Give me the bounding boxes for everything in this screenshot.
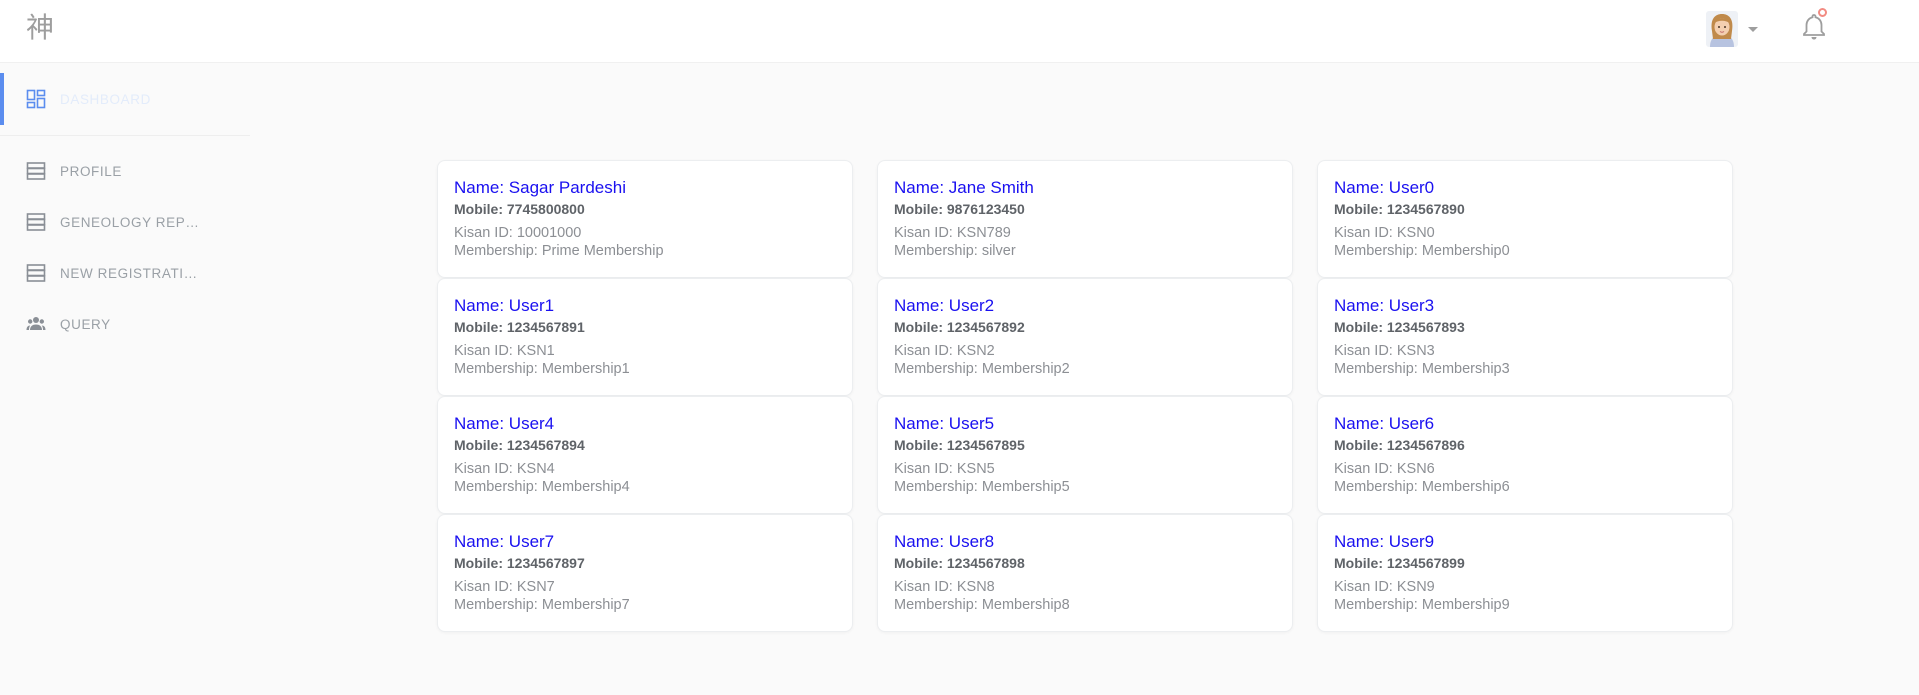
app-logo[interactable]: 神 [26, 12, 54, 44]
user-membership: Membership: silver [894, 243, 1016, 259]
user-kisan-id: Kisan ID: KSN4 [454, 461, 555, 477]
user-kisan-id: Kisan ID: KSN2 [894, 343, 995, 359]
user-mobile: Mobile: 1234567892 [894, 319, 1025, 335]
user-card[interactable]: Name: User5 Mobile: 1234567895 Kisan ID: K… [877, 396, 1293, 514]
user-name: Name: User7 [454, 532, 555, 551]
user-card[interactable]: Name: User0 Mobile: 1234567890 Kisan ID: K… [1317, 160, 1733, 278]
user-mobile: Mobile: 9876123450 [894, 201, 1025, 217]
sidebar-item-label: NEW REGISTRATI… [60, 265, 198, 281]
list-icon [26, 213, 46, 231]
top-bar: 神 [0, 0, 1919, 63]
user-membership: Membership: Membership0 [1334, 243, 1510, 259]
user-card[interactable]: Name: Sagar Pardeshi Mobile: 7745800800 Ki… [437, 160, 853, 278]
user-card[interactable]: Name: User3 Mobile: 1234567893 Kisan ID: K… [1317, 278, 1733, 396]
user-card[interactable]: Name: User8 Mobile: 1234567898 Kisan ID: K… [877, 514, 1293, 632]
user-membership: Membership: Membership1 [454, 361, 630, 377]
sidebar-item-label: PROFILE [60, 163, 122, 179]
user-kisan-id: Kisan ID: KSN9 [1334, 579, 1435, 595]
user-mobile: Mobile: 1234567895 [894, 437, 1025, 453]
user-membership: Membership: Membership2 [894, 361, 1070, 377]
user-name: Name: Jane Smith [894, 178, 1034, 197]
user-name: Name: User5 [894, 414, 995, 433]
user-name: Name: User3 [1334, 296, 1435, 315]
sidebar-item-query[interactable]: QUERY [0, 299, 250, 349]
list-icon [26, 162, 46, 180]
people-icon [26, 317, 46, 330]
user-name: Name: User1 [454, 296, 555, 315]
user-mobile: Mobile: 1234567894 [454, 437, 585, 453]
user-name: Name: User4 [454, 414, 555, 433]
user-membership: Membership: Membership5 [894, 479, 1070, 495]
caret-down-icon[interactable] [1748, 26, 1758, 32]
dashboard-icon [26, 89, 46, 109]
user-membership: Membership: Membership8 [894, 597, 1070, 613]
user-card[interactable]: Name: User7 Mobile: 1234567897 Kisan ID: K… [437, 514, 853, 632]
bell-icon[interactable] [1801, 13, 1827, 41]
user-name: Name: User0 [1334, 178, 1435, 197]
sidebar-item-label: Dashboard [60, 91, 151, 107]
notification-badge [1818, 8, 1827, 17]
user-membership: Membership: Membership4 [454, 479, 630, 495]
sidebar-item-label: GENEOLOGY REP… [60, 214, 200, 230]
user-kisan-id: Kisan ID: KSN8 [894, 579, 995, 595]
user-membership: Membership: Membership7 [454, 597, 630, 613]
user-mobile: Mobile: 1234567893 [1334, 319, 1465, 335]
user-kisan-id: Kisan ID: KSN6 [1334, 461, 1435, 477]
user-card[interactable]: Name: User2 Mobile: 1234567892 Kisan ID: K… [877, 278, 1293, 396]
user-name: Name: User9 [1334, 532, 1435, 551]
user-avatar[interactable] [1706, 11, 1738, 47]
user-mobile: Mobile: 1234567890 [1334, 201, 1465, 217]
sidebar-item-label: QUERY [60, 316, 111, 332]
user-kisan-id: Kisan ID: KSN0 [1334, 225, 1435, 241]
user-menu-button[interactable] [1706, 9, 1758, 49]
sidebar-divider [0, 135, 250, 136]
user-kisan-id: Kisan ID: KSN7 [454, 579, 555, 595]
user-mobile: Mobile: 7745800800 [454, 201, 585, 217]
user-name: Name: Sagar Pardeshi [454, 178, 626, 197]
user-membership: Membership: Membership9 [1334, 597, 1510, 613]
list-icon [26, 264, 46, 282]
user-card[interactable]: Name: Jane Smith Mobile: 9876123450 Kisan … [877, 160, 1293, 278]
user-kisan-id: Kisan ID: KSN5 [894, 461, 995, 477]
user-name: Name: User2 [894, 296, 995, 315]
user-name: Name: User8 [894, 532, 995, 551]
user-kisan-id: Kisan ID: KSN3 [1334, 343, 1435, 359]
user-kisan-id: Kisan ID: 10001000 [454, 225, 582, 241]
user-card-grid: Name: Sagar Pardeshi Mobile: 7745800800 Ki… [437, 160, 1733, 632]
user-card[interactable]: Name: User1 Mobile: 1234567891 Kisan ID: K… [437, 278, 853, 396]
sidebar-item-geneology-report[interactable]: GENEOLOGY REP… [0, 197, 250, 247]
user-kisan-id: Kisan ID: KSN1 [454, 343, 555, 359]
sidebar-item-dashboard[interactable]: Dashboard [0, 73, 250, 125]
sidebar-item-profile[interactable]: PROFILE [0, 146, 250, 196]
sidebar: Dashboard PROFILE GENEOLOGY REP… NEW REG… [0, 63, 250, 695]
user-card[interactable]: Name: User4 Mobile: 1234567894 Kisan ID: K… [437, 396, 853, 514]
user-mobile: Mobile: 1234567898 [894, 555, 1025, 571]
user-mobile: Mobile: 1234567897 [454, 555, 585, 571]
user-mobile: Mobile: 1234567891 [454, 319, 585, 335]
user-name: Name: User6 [1334, 414, 1435, 433]
user-card[interactable]: Name: User9 Mobile: 1234567899 Kisan ID: K… [1317, 514, 1733, 632]
user-membership: Membership: Membership6 [1334, 479, 1510, 495]
user-kisan-id: Kisan ID: KSN789 [894, 225, 1011, 241]
user-mobile: Mobile: 1234567896 [1334, 437, 1465, 453]
sidebar-item-new-registration[interactable]: NEW REGISTRATI… [0, 248, 250, 298]
user-membership: Membership: Prime Membership [454, 243, 664, 259]
user-card[interactable]: Name: User6 Mobile: 1234567896 Kisan ID: K… [1317, 396, 1733, 514]
user-membership: Membership: Membership3 [1334, 361, 1510, 377]
user-mobile: Mobile: 1234567899 [1334, 555, 1465, 571]
